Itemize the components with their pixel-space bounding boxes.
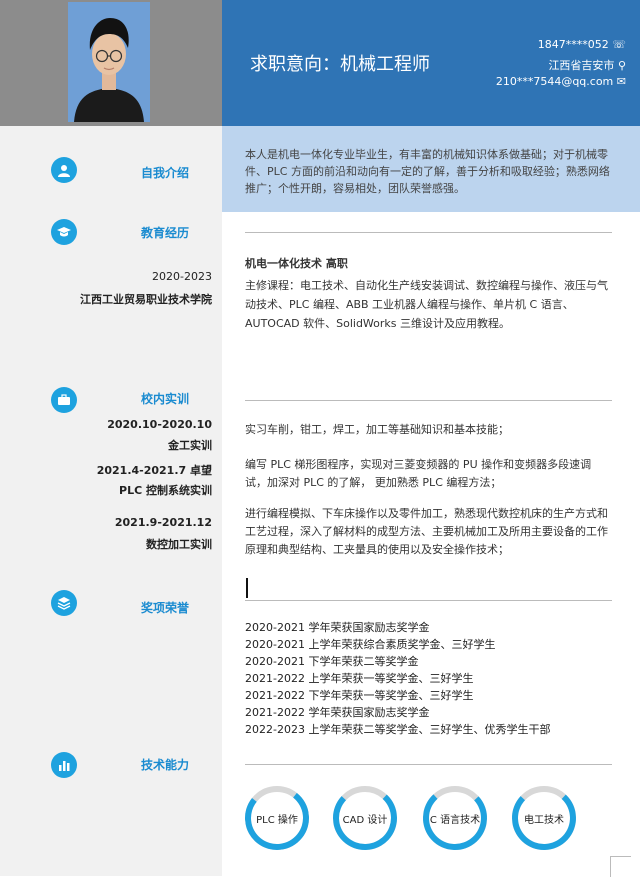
mail-icon: ✉ — [616, 75, 626, 88]
award-item: 2021-2022 学年荣获国家励志奖学金 — [245, 706, 430, 719]
training-date-3: 2021.9-2021.12 — [114, 516, 212, 529]
training-name-1: 金工实训 — [168, 439, 212, 452]
email-text: 210***7544@qq.com — [495, 75, 614, 88]
page-corner-mark — [610, 856, 631, 877]
training-name-2: PLC 控制系统实训 — [119, 484, 212, 497]
courses-text: 主修课程：电工技术、自动化生产线安装调试、数控编程与操作、液压与气动技术、PLC… — [245, 279, 608, 330]
section-title-awards: 奖项荣誉 — [140, 601, 189, 615]
school-name: 江西工业贸易职业技术学院 — [80, 293, 212, 306]
award-item: 2020-2021 下学年荣获二等奖学金 — [245, 655, 419, 668]
award-item: 2021-2022 下学年荣获一等奖学金、三好学生 — [245, 689, 474, 702]
divider — [245, 600, 612, 601]
section-title-intro: 自我介绍 — [140, 166, 189, 180]
training-date-2: 2021.4-2021.7 卓望 — [96, 464, 212, 477]
phone-row: 1847****052 ☏ — [538, 38, 626, 51]
phone-icon: ☏ — [612, 38, 626, 51]
phone-number: 1847****052 — [537, 38, 609, 51]
skill-label: 电工技术 — [524, 814, 564, 826]
training-desc-3: 进行编程模拟、下车床操作以及零件加工，熟悉现代数控机床的生产方式和工艺过程，深入… — [245, 507, 608, 556]
person-portrait-icon — [68, 2, 150, 122]
bar-chart-icon — [51, 752, 77, 778]
award-item: 2020-2021 上学年荣获综合素质奖学金、三好学生 — [245, 638, 496, 651]
divider — [245, 764, 612, 765]
training-desc-2: 编写 PLC 梯形图程序，实现对三菱变频器的 PU 操作和变频器多段速调试，加深… — [245, 458, 592, 489]
text-cursor — [246, 578, 248, 598]
skill-ring-cad: CAD 设计 — [331, 784, 399, 852]
skill-label: C 语言技术 — [429, 814, 481, 826]
skill-ring-electric: 电工技术 — [510, 784, 578, 852]
section-title-skills: 技术能力 — [140, 758, 189, 772]
intro-text: 本人是机电一体化专业毕业生，有丰富的机械知识体系做基础；对于机械零件、PLC 方… — [245, 148, 610, 195]
email-row: 210***7544@qq.com ✉ — [496, 75, 626, 88]
skill-ring-plc: PLC 操作 — [241, 782, 313, 854]
training-desc-1: 实习车削，钳工，焊工，加工等基础知识和基本技能； — [245, 423, 509, 436]
skill-ring-c: C 语言技术 — [421, 784, 489, 852]
divider — [245, 400, 612, 401]
location-pin-icon: ⚲ — [617, 59, 626, 72]
training-name-3: 数控加工实训 — [146, 538, 212, 551]
job-objective-title: 求职意向：机械工程师 — [250, 54, 430, 75]
user-badge-icon — [51, 157, 77, 183]
section-title-training: 校内实训 — [140, 392, 189, 406]
address-text: 江西省吉安市 — [548, 59, 615, 72]
graduation-cap-icon — [51, 219, 77, 245]
briefcase-icon — [51, 387, 77, 413]
divider — [245, 232, 612, 233]
major-title: 机电一体化技术 高职 — [245, 257, 348, 270]
profile-photo — [68, 2, 150, 122]
education-years: 2020-2023 — [152, 270, 212, 283]
section-title-education: 教育经历 — [140, 226, 189, 240]
address-row: 江西省吉安市 ⚲ — [548, 57, 626, 73]
training-date-1: 2020.10-2020.10 — [107, 418, 212, 431]
skill-label: PLC 操作 — [256, 814, 298, 826]
award-item: 2020-2021 学年荣获国家励志奖学金 — [245, 621, 430, 634]
award-item: 2022-2023 上学年荣获二等奖学金、三好学生、优秀学生干部 — [245, 723, 551, 736]
award-item: 2021-2022 上学年荣获一等奖学金、三好学生 — [245, 672, 474, 685]
awards-list: 2020-2021 学年荣获国家励志奖学金 2020-2021 上学年荣获综合素… — [245, 619, 550, 738]
layers-icon — [51, 590, 77, 616]
skill-label: CAD 设计 — [342, 814, 388, 826]
